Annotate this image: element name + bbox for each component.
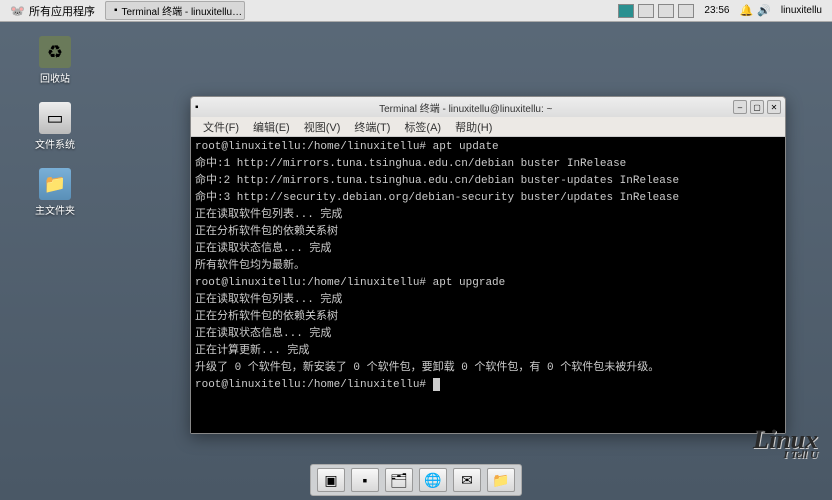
taskbar-terminal-icon: ▪: [114, 5, 118, 16]
desktop-filesystem[interactable]: ▭ 文件系统: [30, 102, 80, 151]
workspace-4[interactable]: [678, 4, 694, 18]
terminal-cursor: [433, 378, 440, 391]
menu-edit[interactable]: 编辑(E): [247, 117, 296, 137]
desktop-trash[interactable]: ♻ 回收站: [30, 36, 80, 85]
dock-show-desktop[interactable]: ▣: [317, 468, 345, 492]
close-button[interactable]: ✕: [767, 100, 781, 114]
menu-view[interactable]: 视图(V): [298, 117, 347, 137]
workspace-3[interactable]: [658, 4, 674, 18]
desktop-home-label: 主文件夹: [35, 202, 75, 217]
mouse-icon: 🐭: [10, 4, 25, 18]
menu-tabs[interactable]: 标签(A): [398, 117, 447, 137]
volume-icon[interactable]: 🔊: [757, 4, 771, 17]
terminal-window: ▪ Terminal 终端 - linuxitellu@linuxitellu:…: [190, 96, 786, 434]
dock-mail[interactable]: ✉: [453, 468, 481, 492]
dock: ▣ ▪ 🗂 🌐 ✉ 📁: [310, 464, 522, 496]
desktop-trash-label: 回收站: [40, 70, 70, 85]
applications-menu-label: 所有应用程序: [29, 3, 95, 19]
drive-icon: ▭: [39, 102, 71, 134]
maximize-button[interactable]: ▢: [750, 100, 764, 114]
dock-terminal[interactable]: ▪: [351, 468, 379, 492]
desktop-filesystem-label: 文件系统: [35, 136, 75, 151]
notification-icon[interactable]: 🔔: [739, 4, 753, 17]
taskbar-terminal-label: Terminal 终端 - linuxitellu…: [122, 3, 243, 18]
terminal-output[interactable]: root@linuxitellu:/home/linuxitellu# apt …: [191, 137, 785, 433]
minimize-button[interactable]: –: [733, 100, 747, 114]
menu-terminal[interactable]: 终端(T): [348, 117, 396, 137]
folder-icon: 📁: [39, 168, 71, 200]
distro-logo: Linux I Tell U: [753, 430, 818, 460]
clock[interactable]: 23:56: [698, 5, 735, 16]
dock-files[interactable]: 🗂: [385, 468, 413, 492]
workspace-2[interactable]: [638, 4, 654, 18]
terminal-menubar: 文件(F) 编辑(E) 视图(V) 终端(T) 标签(A) 帮助(H): [191, 117, 785, 137]
terminal-titlebar[interactable]: ▪ Terminal 终端 - linuxitellu@linuxitellu:…: [191, 97, 785, 117]
dock-folder[interactable]: 📁: [487, 468, 515, 492]
applications-menu[interactable]: 🐭 所有应用程序: [4, 1, 101, 21]
trash-icon: ♻: [39, 36, 71, 68]
desktop-home[interactable]: 📁 主文件夹: [30, 168, 80, 217]
menu-help[interactable]: 帮助(H): [449, 117, 498, 137]
dock-web[interactable]: 🌐: [419, 468, 447, 492]
menu-file[interactable]: 文件(F): [197, 117, 245, 137]
terminal-title: Terminal 终端 - linuxitellu@linuxitellu: ~: [199, 100, 733, 115]
workspace-1[interactable]: [618, 4, 634, 18]
user-label[interactable]: linuxitellu: [775, 5, 828, 16]
top-panel: 🐭 所有应用程序 ▪ Terminal 终端 - linuxitellu… 23…: [0, 0, 832, 22]
taskbar-terminal[interactable]: ▪ Terminal 终端 - linuxitellu…: [105, 1, 245, 20]
